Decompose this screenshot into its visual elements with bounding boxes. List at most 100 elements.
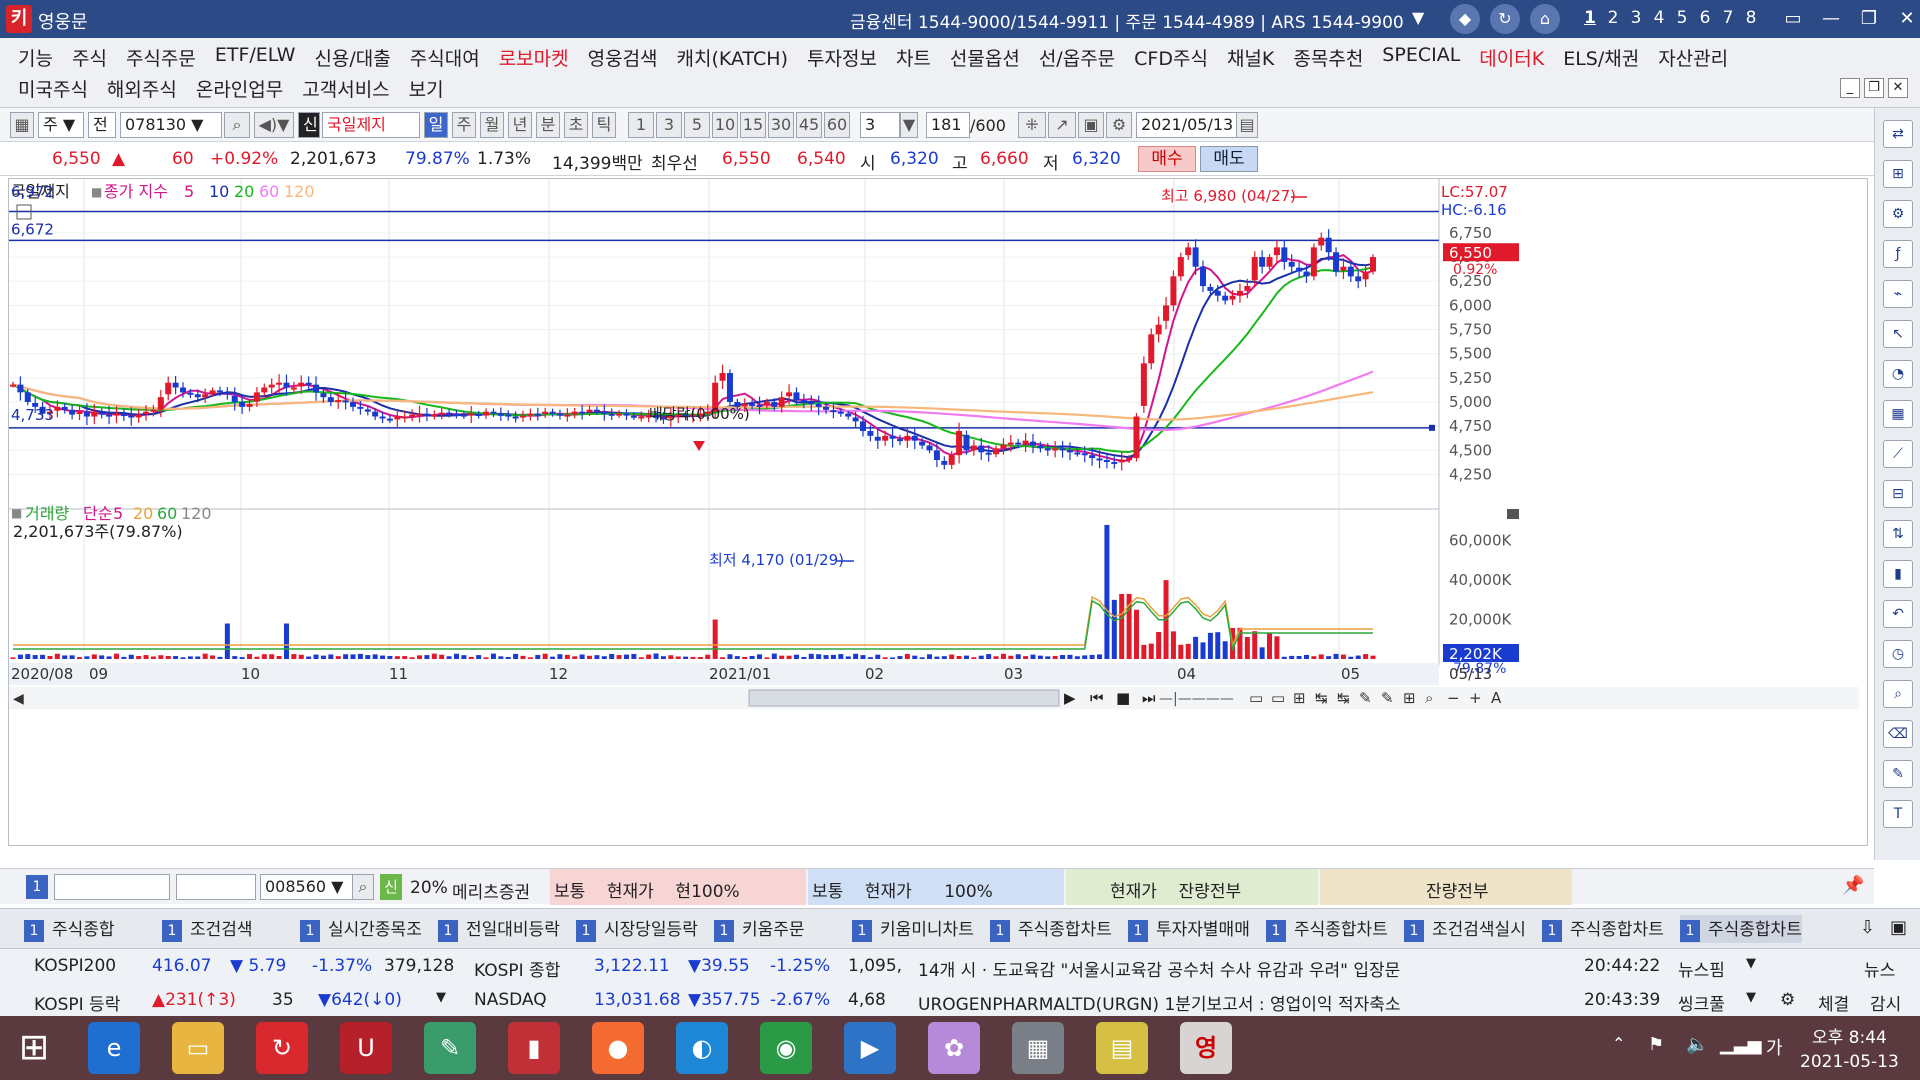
menu-캐치(KATCH)[interactable]: 캐치(KATCH) [677, 44, 788, 71]
monitor-icon[interactable]: ▭ [1778, 4, 1808, 34]
menu-선/옵주문[interactable]: 선/옵주문 [1039, 44, 1115, 71]
media-icon[interactable]: ▮ [508, 1022, 560, 1074]
group-number[interactable]: 1 [26, 875, 48, 899]
windows-start-icon[interactable]: ⊞ [8, 1022, 60, 1074]
hero-app-icon[interactable]: 영 [1180, 1022, 1232, 1074]
shield-icon[interactable]: ◆ [1450, 4, 1480, 34]
folder-icon[interactable]: ▭ [172, 1022, 224, 1074]
kakao-icon[interactable]: ● [592, 1022, 644, 1074]
text-icon[interactable]: T [1883, 800, 1913, 828]
minute-option-60[interactable]: 60 [824, 112, 850, 138]
menu-영웅검색[interactable]: 영웅검색 [588, 44, 658, 71]
trend-icon[interactable]: ⟋ [1883, 440, 1913, 468]
password-input[interactable] [176, 874, 256, 900]
order-search-icon[interactable]: ⌕ [352, 874, 374, 900]
menu-기능[interactable]: 기능 [18, 44, 53, 71]
candle-icon[interactable]: ▮ [1883, 560, 1913, 588]
news-headline-2[interactable]: UROGENPHARMALTD(URGN) 1분기보고서 : 영업이익 적자축소 [918, 990, 1401, 1015]
scope-select[interactable]: 전 [88, 112, 116, 138]
tray-up-icon[interactable]: ⌃ [1612, 1034, 1625, 1053]
refresh-icon[interactable]: ↻ [1490, 4, 1520, 34]
indicator-icon[interactable]: ƒ [1883, 240, 1913, 268]
news-headline-1[interactable]: 14개 시 · 도교육감 "서울시교육감 공수처 수사 유감과 우려" 입장문 [918, 956, 1400, 981]
period-일[interactable]: 일 [424, 112, 448, 138]
sync-app-icon[interactable]: ↻ [256, 1022, 308, 1074]
notepad-icon[interactable]: ✎ [424, 1022, 476, 1074]
menu-ELS/채권[interactable]: ELS/채권 [1563, 44, 1639, 71]
chart-area[interactable]: 국일제지 ■ 종가 지수 5 10 20 60 120 6,972 6,672 4,733 최고 6,… [8, 178, 1868, 846]
gear-icon[interactable]: ⚙ [1106, 112, 1132, 138]
menu-종목추천[interactable]: 종목추천 [1293, 44, 1363, 71]
menu-로보마켓[interactable]: 로보마켓 [499, 44, 569, 71]
date-input[interactable]: 2021/05/13 [1136, 112, 1244, 138]
minute-option-10[interactable]: 10 [712, 112, 738, 138]
maximize-button[interactable]: ❐ [1854, 4, 1884, 34]
news-source-2[interactable]: 씽크풀 [1678, 990, 1725, 1015]
save-icon[interactable]: ▣ [1078, 112, 1104, 138]
layout-icon[interactable]: ▦ [10, 112, 34, 138]
menu-보기[interactable]: 보기 [409, 75, 444, 102]
grid-icon[interactable]: ▦ [1883, 400, 1913, 428]
stock-chart[interactable]: 국일제지 ■ 종가 지수 5 10 20 60 1206,9726,6724,733최고 6,… [9, 179, 1869, 847]
minute-option-45[interactable]: 45 [796, 112, 822, 138]
order-segment-sell[interactable]: 보통 현재가 100% [808, 869, 1064, 905]
menu-차트[interactable]: 차트 [896, 44, 931, 71]
window-tab[interactable]: 1 주식종합차트 [990, 915, 1112, 943]
menu-ETF/ELW[interactable]: ETF/ELW [215, 44, 296, 71]
window-tab[interactable]: 1 주식종합차트 [1542, 915, 1664, 943]
cursor-icon[interactable]: ↖ [1883, 320, 1913, 348]
account-select[interactable] [54, 874, 170, 900]
window-tab[interactable]: 1 주식종합 [24, 915, 115, 943]
period-초[interactable]: 초 [564, 112, 588, 138]
info-dropdown-icon[interactable]: ▼ [1412, 8, 1424, 27]
menu-주식[interactable]: 주식 [72, 44, 107, 71]
window-tab[interactable]: 1 조건검색 [162, 915, 253, 943]
mdi-close-button[interactable]: ✕ [1888, 78, 1908, 98]
menu-주식주문[interactable]: 주식주문 [126, 44, 196, 71]
minute-option-3[interactable]: 3 [656, 112, 682, 138]
app-u-icon[interactable]: U [340, 1022, 392, 1074]
screen-tab-6[interactable]: 6 [1697, 8, 1713, 28]
period-월[interactable]: 월 [480, 112, 504, 138]
period-틱[interactable]: 틱 [592, 112, 616, 138]
return-icon[interactable]: ⇄ [1883, 120, 1913, 148]
edge-icon[interactable]: ◐ [676, 1022, 728, 1074]
menu-고객서비스[interactable]: 고객서비스 [302, 75, 389, 102]
screen-tab-7[interactable]: 7 [1720, 8, 1736, 28]
menu-CFD주식[interactable]: CFD주식 [1134, 44, 1208, 71]
menu-해외주식[interactable]: 해외주식 [107, 75, 177, 102]
compare-icon[interactable]: ⇅ [1883, 520, 1913, 548]
clock[interactable]: 오후 8:44 2021-05-13 [1800, 1026, 1899, 1074]
count-option[interactable]: 3 [860, 112, 900, 138]
news-tab[interactable]: 뉴스 [1864, 956, 1895, 981]
menu-신용/대출[interactable]: 신용/대출 [314, 44, 390, 71]
crosshair-icon[interactable]: ⊞ [1883, 160, 1913, 188]
trade-tab[interactable]: 체결 [1818, 990, 1849, 1015]
mdi-minimize-button[interactable]: _ [1840, 78, 1860, 98]
breadth-dropdown-icon[interactable]: ▼ [436, 990, 446, 1005]
period-분[interactable]: 분 [536, 112, 560, 138]
paint-icon[interactable]: ✿ [928, 1022, 980, 1074]
calculator-icon[interactable]: ▦ [1012, 1022, 1064, 1074]
order-segment-buy[interactable]: 보통 현재가 현100% [550, 869, 806, 905]
screen-tab-8[interactable]: 8 [1743, 8, 1759, 28]
count-input[interactable]: 181 [926, 112, 970, 138]
range-icon[interactable]: ⊟ [1883, 480, 1913, 508]
order-code-input[interactable]: 008560 ▼ [260, 874, 356, 900]
image-icon[interactable]: ▣ [1890, 917, 1907, 938]
news-source-2-dropdown-icon[interactable]: ▼ [1746, 990, 1756, 1005]
screen-tab-2[interactable]: 2 [1605, 8, 1621, 28]
sell-button[interactable]: 매도 [1200, 146, 1258, 172]
order-segment-cancel[interactable]: 잔량전부 [1320, 869, 1572, 905]
screen-tab-5[interactable]: 5 [1674, 8, 1690, 28]
news-source-1[interactable]: 뉴스핌 [1678, 956, 1725, 981]
window-tab[interactable]: 1 조건검색실시 [1404, 915, 1526, 943]
period-년[interactable]: 년 [508, 112, 532, 138]
gear-icon[interactable]: ⚙ [1883, 200, 1913, 228]
period-주[interactable]: 주 [452, 112, 476, 138]
network-icon[interactable]: ▁▃▅ [1720, 1034, 1762, 1055]
menu-자산관리[interactable]: 자산관리 [1658, 44, 1728, 71]
minute-option-5[interactable]: 5 [684, 112, 710, 138]
type-select[interactable]: 주 ▼ [38, 112, 84, 138]
minimize-button[interactable]: — [1816, 4, 1846, 34]
